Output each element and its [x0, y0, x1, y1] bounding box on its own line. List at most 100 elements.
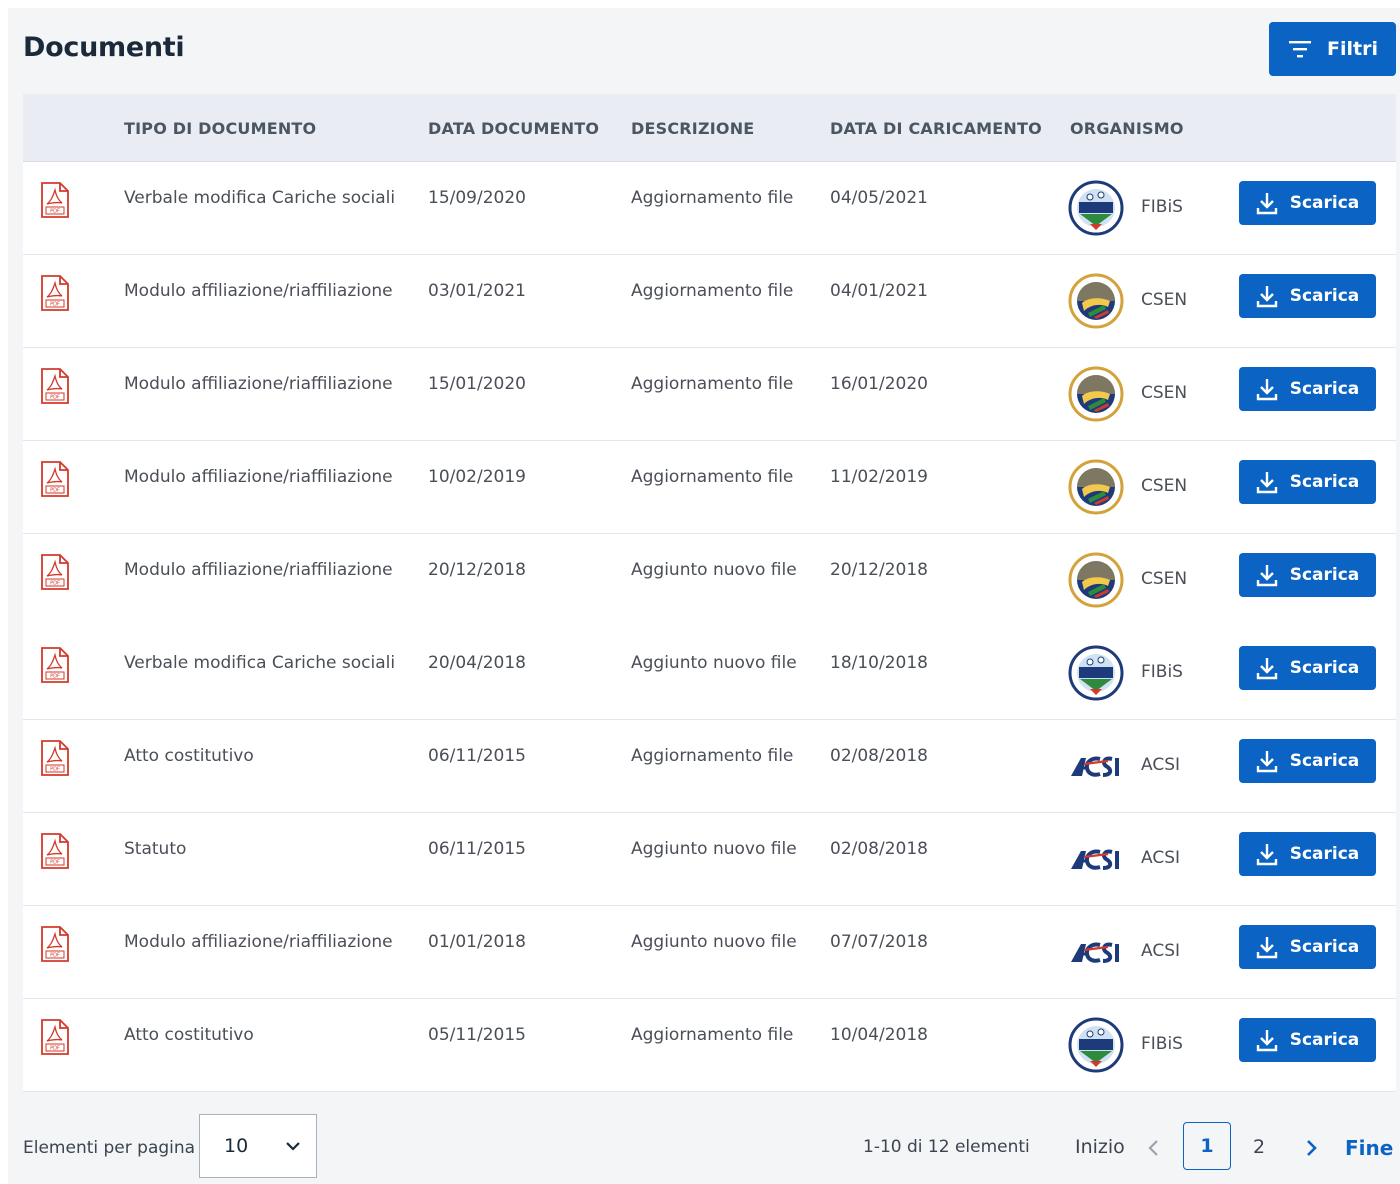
cell-descrizione: Aggiunto nuovo file [631, 560, 797, 580]
svg-text:PDF: PDF [50, 860, 60, 866]
table-row: PDF Atto costitutivo 05/11/2015 Aggiorna… [23, 999, 1396, 1092]
cell-descrizione: Aggiunto nuovo file [631, 839, 797, 859]
download-button[interactable]: Scarica [1239, 739, 1376, 783]
acsi-logo [1071, 849, 1119, 870]
cell-organismo: ACSI [1141, 941, 1181, 961]
cell-data-documento: 06/11/2015 [428, 839, 526, 859]
column-header-data-caricamento[interactable]: DATA DI CARICAMENTO [830, 119, 1042, 138]
csen-logo [1068, 552, 1124, 608]
svg-text:PDF: PDF [50, 767, 60, 773]
cell-data-documento: 15/01/2020 [428, 374, 526, 394]
cell-descrizione: Aggiornamento file [631, 281, 794, 301]
table-row: PDF Verbale modifica Cariche sociali 20/… [23, 627, 1396, 720]
cell-data-caricamento: 07/07/2018 [830, 932, 928, 952]
chevron-left-icon[interactable] [1146, 1138, 1162, 1158]
download-button[interactable]: Scarica [1239, 181, 1376, 225]
download-button-label: Scarica [1289, 193, 1360, 213]
pdf-file-icon: PDF [41, 275, 69, 311]
page-title: Documenti [23, 32, 185, 63]
download-button[interactable]: Scarica [1239, 832, 1376, 876]
download-button[interactable]: Scarica [1239, 460, 1376, 504]
column-header-descrizione[interactable]: DESCRIZIONE [631, 119, 754, 138]
pagination-first[interactable]: Inizio [1075, 1136, 1125, 1158]
filter-button-label: Filtri [1327, 38, 1378, 60]
cell-data-documento: 10/02/2019 [428, 467, 526, 487]
svg-text:PDF: PDF [50, 209, 60, 215]
cell-tipo: Verbale modifica Cariche sociali [124, 653, 396, 673]
cell-data-caricamento: 18/10/2018 [830, 653, 928, 673]
cell-organismo: ACSI [1141, 755, 1181, 775]
download-button-label: Scarica [1289, 937, 1360, 957]
svg-text:PDF: PDF [50, 581, 60, 587]
cell-data-documento: 01/01/2018 [428, 932, 526, 952]
pdf-file-icon: PDF [41, 461, 69, 497]
download-icon [1256, 565, 1277, 587]
filter-icon [1289, 41, 1311, 58]
svg-text:PDF: PDF [50, 395, 60, 401]
cell-tipo: Modulo affiliazione/riaffiliazione [124, 932, 393, 952]
pdf-file-icon: PDF [41, 647, 69, 683]
pdf-file-icon: PDF [41, 182, 69, 218]
table-row: PDF Modulo affiliazione/riaffiliazione 0… [23, 255, 1396, 348]
cell-tipo: Modulo affiliazione/riaffiliazione [124, 467, 393, 487]
svg-text:PDF: PDF [50, 1046, 60, 1052]
cell-data-documento: 05/11/2015 [428, 1025, 526, 1045]
svg-text:PDF: PDF [50, 488, 60, 494]
cell-data-caricamento: 04/01/2021 [830, 281, 928, 301]
download-button[interactable]: Scarica [1239, 646, 1376, 690]
download-button[interactable]: Scarica [1239, 925, 1376, 969]
cell-tipo: Atto costitutivo [124, 1025, 254, 1045]
per-page-select[interactable]: 10 [199, 1114, 317, 1178]
cell-organismo: CSEN [1141, 476, 1188, 496]
cell-organismo: CSEN [1141, 569, 1188, 589]
table-row: PDF Verbale modifica Cariche sociali 15/… [23, 162, 1396, 255]
pdf-file-icon: PDF [41, 833, 69, 869]
column-header-organismo[interactable]: ORGANISMO [1070, 119, 1184, 138]
cell-tipo: Modulo affiliazione/riaffiliazione [124, 374, 393, 394]
download-icon [1256, 379, 1277, 401]
column-header-data-documento[interactable]: DATA DOCUMENTO [428, 119, 599, 138]
filter-button[interactable]: Filtri [1269, 22, 1396, 76]
cell-descrizione: Aggiornamento file [631, 467, 794, 487]
cell-data-documento: 20/04/2018 [428, 653, 526, 673]
fibis-logo [1068, 1017, 1124, 1073]
download-icon [1256, 844, 1277, 866]
download-button-label: Scarica [1289, 658, 1360, 678]
cell-tipo: Modulo affiliazione/riaffiliazione [124, 281, 393, 301]
download-icon [1256, 472, 1277, 494]
cell-organismo: FIBiS [1141, 662, 1183, 682]
column-header-tipo[interactable]: TIPO DI DOCUMENTO [124, 119, 316, 138]
cell-descrizione: Aggiunto nuovo file [631, 653, 797, 673]
download-button[interactable]: Scarica [1239, 553, 1376, 597]
table-row: PDF Modulo affiliazione/riaffiliazione 1… [23, 441, 1396, 534]
table-row: PDF Modulo affiliazione/riaffiliazione 1… [23, 348, 1396, 441]
download-icon [1256, 1030, 1277, 1052]
pagination-current-page[interactable]: 1 [1183, 1122, 1231, 1170]
cell-organismo: ACSI [1141, 848, 1181, 868]
pagination-page-2[interactable]: 2 [1253, 1136, 1265, 1158]
cell-data-documento: 15/09/2020 [428, 188, 526, 208]
download-button[interactable]: Scarica [1239, 367, 1376, 411]
chevron-right-icon[interactable] [1303, 1138, 1319, 1158]
cell-organismo: CSEN [1141, 383, 1188, 403]
pdf-file-icon: PDF [41, 740, 69, 776]
download-button-label: Scarica [1289, 751, 1360, 771]
cell-organismo: FIBiS [1141, 1034, 1183, 1054]
download-icon [1256, 937, 1277, 959]
cell-data-caricamento: 10/04/2018 [830, 1025, 928, 1045]
fibis-logo [1068, 645, 1124, 701]
download-icon [1256, 286, 1277, 308]
pagination-range: 1-10 di 12 elementi [863, 1137, 1030, 1157]
table-row: PDF Statuto 06/11/2015 Aggiunto nuovo fi… [23, 813, 1396, 906]
cell-descrizione: Aggiornamento file [631, 374, 794, 394]
cell-descrizione: Aggiornamento file [631, 188, 794, 208]
pdf-file-icon: PDF [41, 554, 69, 590]
table-row: PDF Modulo affiliazione/riaffiliazione 0… [23, 906, 1396, 999]
download-button[interactable]: Scarica [1239, 1018, 1376, 1062]
cell-data-caricamento: 02/08/2018 [830, 839, 928, 859]
cell-data-caricamento: 16/01/2020 [830, 374, 928, 394]
pagination-last[interactable]: Fine [1345, 1136, 1393, 1160]
download-button[interactable]: Scarica [1239, 274, 1376, 318]
chevron-down-icon [286, 1142, 300, 1151]
download-button-label: Scarica [1289, 379, 1360, 399]
